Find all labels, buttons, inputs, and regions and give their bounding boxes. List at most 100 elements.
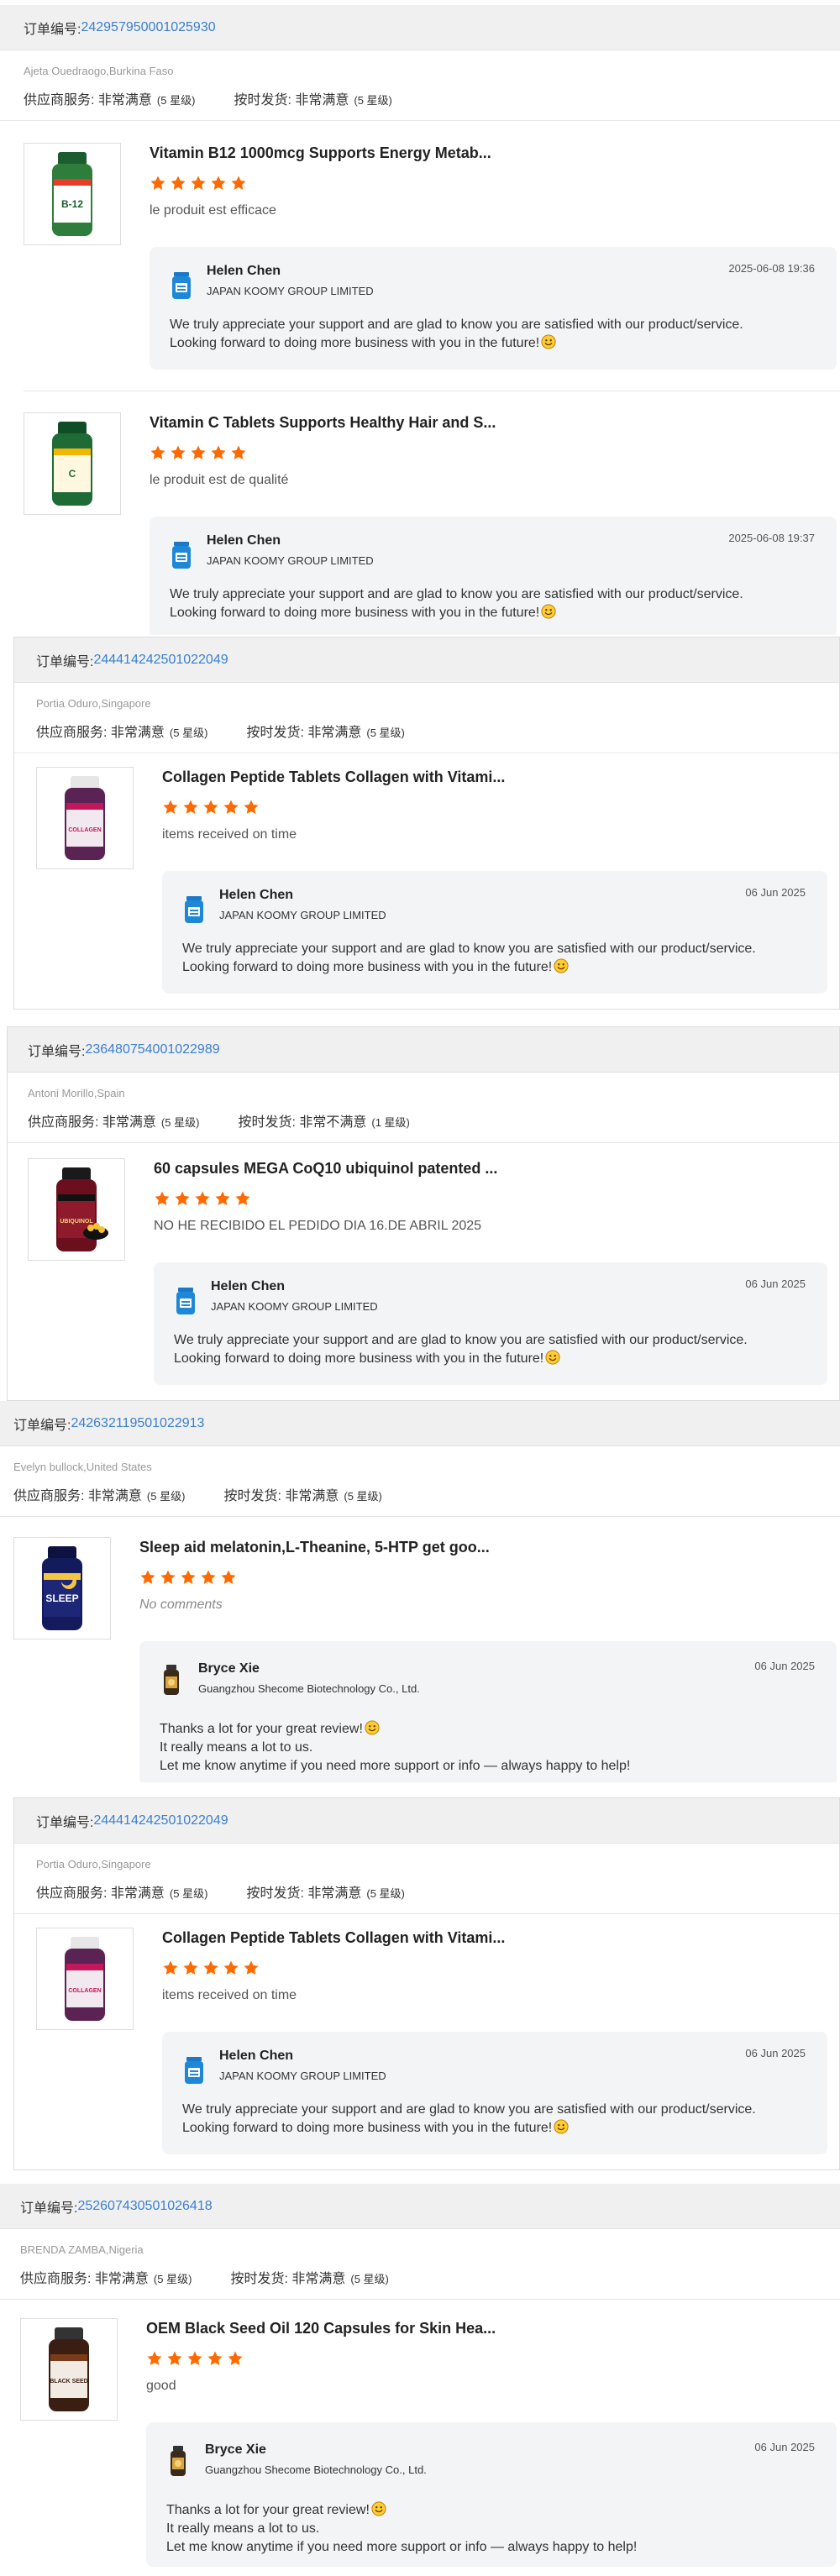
collagen-bottle-icon[interactable]: COLLAGEN xyxy=(36,767,134,869)
star-icon xyxy=(147,2351,162,2365)
reply-line: Looking forward to doing more business w… xyxy=(170,334,816,353)
reply-message: We truly appreciate your support and are… xyxy=(170,585,816,622)
supplier-service-rating: 供应商服务: 非常满意 (5 星级) xyxy=(36,721,207,741)
on-time-delivery-label: 按时发货: xyxy=(230,2272,288,2286)
supplier-service-value: 非常满意 xyxy=(97,93,152,108)
star-icon xyxy=(235,1191,250,1205)
reply-line: Looking forward to doing more business w… xyxy=(182,958,807,977)
black-seed-oil-bottle-icon[interactable]: BLACK SEED xyxy=(20,2318,118,2421)
on-time-delivery-value: 非常满意 xyxy=(295,93,349,108)
reply-line-text: Let me know anytime if you need more sup… xyxy=(166,2540,638,2554)
order-header: 订单编号: 252607430501026418 xyxy=(0,2184,840,2229)
smiley-emoji-icon xyxy=(365,1720,380,1735)
supplier-service-level: (5 星级) xyxy=(160,1116,200,1129)
reply-date: 06 Jun 2025 xyxy=(745,2047,806,2059)
product-title-link[interactable]: Vitamin C Tablets Supports Healthy Hair … xyxy=(150,414,496,432)
reply-line-text: It really means a lot to us. xyxy=(160,1740,313,1755)
star-icon xyxy=(195,1191,210,1205)
order-number-label: 订单编号: xyxy=(20,2201,78,2216)
smiley-emoji-icon xyxy=(541,604,556,619)
reply-line: We truly appreciate your support and are… xyxy=(170,316,816,334)
order-number-label: 订单编号: xyxy=(36,1815,94,1830)
reply-line-text: Looking forward to doing more business w… xyxy=(182,960,553,974)
on-time-delivery-rating: 按时发货: 非常满意 (5 星级) xyxy=(246,1881,404,1902)
smiley-emoji-icon xyxy=(371,2501,386,2516)
reply-line-text: Thanks a lot for your great review! xyxy=(166,2503,370,2517)
buyer-name-country: Portia Oduro,Singapore xyxy=(36,697,151,710)
reply-line: We truly appreciate your support and are… xyxy=(174,1331,807,1350)
order-number-link[interactable]: 242632119501022913 xyxy=(71,1416,204,1431)
star-icon xyxy=(171,176,186,190)
order-number-link[interactable]: 236480754001022989 xyxy=(85,1042,219,1057)
order-card: 订单编号: 236480754001022989 Antoni Morillo,S… xyxy=(7,1026,840,1401)
supplier-service-rating: 供应商服务: 非常满意 (5 星级) xyxy=(13,1484,185,1504)
on-time-delivery-label: 按时发货: xyxy=(246,726,304,740)
star-rating xyxy=(150,444,247,461)
reply-author-company: JAPAN KOOMY GROUP LIMITED xyxy=(207,285,374,297)
on-time-delivery-label: 按时发货: xyxy=(246,1886,304,1901)
review-item: UBIQUINOL 60 capsules MEGA CoQ10 ubiquin… xyxy=(8,1027,839,1400)
sleep-bottle-icon[interactable]: SLEEP xyxy=(13,1537,111,1640)
collagen-bottle-icon[interactable]: COLLAGEN xyxy=(36,1928,134,2030)
product-title-link[interactable]: OEM Black Seed Oil 120 Capsules for Skin… xyxy=(146,2320,496,2337)
product-title-link[interactable]: 60 capsules MEGA CoQ10 ubiquinol patente… xyxy=(154,1160,497,1178)
reply-author-name: Helen Chen xyxy=(219,888,294,902)
reply-author-name: Bryce Xie xyxy=(198,1661,260,1676)
order-number-link[interactable]: 242957950001025930 xyxy=(81,20,215,35)
seller-reply: Bryce Xie Guangzhou Shecome Biotechnolog… xyxy=(146,2422,837,2567)
reply-author-name: Helen Chen xyxy=(207,533,281,548)
reply-line: Let me know anytime if you need more sup… xyxy=(160,1757,816,1776)
on-time-delivery-level: (1 星级) xyxy=(371,1116,410,1129)
shecome-logo-avatar xyxy=(166,2444,190,2478)
star-icon xyxy=(211,176,226,190)
reply-line-text: It really means a lot to us. xyxy=(166,2521,320,2536)
reply-line: We truly appreciate your support and are… xyxy=(182,940,807,958)
order-number-link[interactable]: 244414242501022049 xyxy=(93,1813,228,1828)
reply-line: We truly appreciate your support and are… xyxy=(182,2101,807,2119)
star-rating xyxy=(146,2350,244,2367)
buyer-info: Ajeta Ouedraogo,Burkina Faso 供应商服务: 非常满意… xyxy=(0,65,840,121)
star-icon xyxy=(207,2351,223,2365)
koomy-logo-avatar xyxy=(170,538,193,572)
reply-author-name: Helen Chen xyxy=(219,2049,294,2063)
on-time-delivery-level: (5 星级) xyxy=(366,1887,405,1900)
star-rating xyxy=(150,175,247,191)
order-number-link[interactable]: 244414242501022049 xyxy=(93,653,228,668)
order-number-label: 订单编号: xyxy=(24,22,81,37)
supplier-service-level: (5 星级) xyxy=(169,727,208,739)
reply-line-text: Looking forward to doing more business w… xyxy=(182,2121,553,2135)
on-time-delivery-value: 非常满意 xyxy=(291,2272,346,2286)
buyer-comment: NO HE RECIBIDO EL PEDIDO DIA 16.DE ABRIL… xyxy=(154,1219,482,1233)
on-time-delivery-value: 非常满意 xyxy=(285,1489,339,1503)
product-title-link[interactable]: Collagen Peptide Tablets Collagen with V… xyxy=(162,769,505,786)
star-rating xyxy=(162,799,260,816)
review-item: COLLAGEN Collagen Peptide Tablets Collag… xyxy=(14,1798,839,2169)
star-icon xyxy=(211,445,226,459)
vitamin-c-bottle-icon[interactable]: C xyxy=(24,412,121,515)
order-number-label: 订单编号: xyxy=(36,654,94,669)
reply-line-text: Looking forward to doing more business w… xyxy=(170,606,540,620)
order-number-link[interactable]: 252607430501026418 xyxy=(77,2199,212,2214)
star-icon xyxy=(228,2351,243,2365)
reply-line-text: We truly appreciate your support and are… xyxy=(170,317,743,332)
on-time-delivery-level: (5 星级) xyxy=(366,727,405,739)
order-card: 订单编号: 242632119501022913 Evelyn bullock,U… xyxy=(0,1401,840,1782)
reply-date: 2025-06-08 19:37 xyxy=(728,532,815,544)
order-header: 订单编号: 244414242501022049 xyxy=(14,637,839,683)
star-icon xyxy=(163,1960,178,1975)
reply-message: We truly appreciate your support and are… xyxy=(182,940,807,977)
supplier-service-label: 供应商服务: xyxy=(20,2272,92,2286)
ubiquinol-bottle-icon[interactable]: UBIQUINOL xyxy=(28,1158,125,1261)
reply-line: Thanks a lot for your great review! xyxy=(160,1720,816,1739)
product-title-link[interactable]: Vitamin B12 1000mcg Supports Energy Meta… xyxy=(150,144,491,162)
svg-text:SLEEP: SLEEP xyxy=(45,1592,78,1604)
svg-text:C: C xyxy=(69,468,76,480)
b12-bottle-icon[interactable]: B-12 xyxy=(24,143,121,245)
product-title-link[interactable]: Collagen Peptide Tablets Collagen with V… xyxy=(162,1929,505,1947)
reply-author-company: Guangzhou Shecome Biotechnology Co., Ltd… xyxy=(205,2463,427,2476)
supplier-service-level: (5 星级) xyxy=(169,1887,208,1900)
order-card: 订单编号: 242957950001025930 Ajeta Ouedraogo,… xyxy=(0,5,840,635)
reply-line-text: Looking forward to doing more business w… xyxy=(174,1351,544,1366)
product-title-link[interactable]: Sleep aid melatonin,L-Theanine, 5-HTP ge… xyxy=(139,1539,490,1556)
buyer-comment: le produit est efficace xyxy=(150,203,276,218)
